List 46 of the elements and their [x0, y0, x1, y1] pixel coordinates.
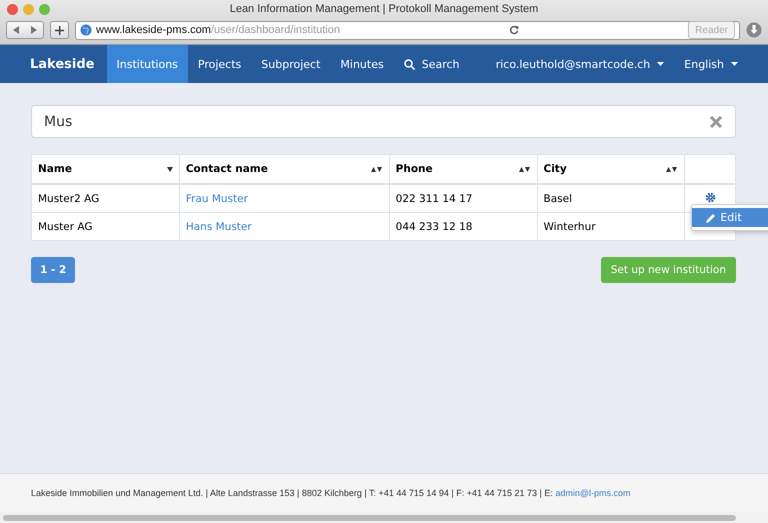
nav-item[interactable]: Minutes — [330, 45, 394, 83]
table-cell: 022 311 14 17 — [396, 192, 472, 204]
caret-icon — [731, 62, 738, 66]
sort-down-icon[interactable] — [166, 166, 173, 172]
table-cell: Muster AG — [38, 220, 93, 232]
column-header[interactable]: City — [544, 163, 567, 175]
caret-icon — [657, 62, 664, 66]
clear-icon[interactable] — [710, 116, 722, 128]
search-icon — [404, 58, 415, 70]
footer-text: Lakeside Immobilien und Management Ltd. | Alte Landstrasse 153 | 8802 Kilchberg | T: +41 44 715 14 94 | F: +41 44 715 21 73 | E: admin@l-pms.com — [31, 488, 631, 498]
gear-icon[interactable] — [704, 192, 716, 202]
download-icon[interactable] — [746, 22, 762, 38]
new-tab-button[interactable] — [50, 21, 69, 39]
table-cell: 044 233 12 18 — [396, 220, 472, 232]
reload-icon[interactable] — [509, 25, 520, 35]
back-forward-icon — [11, 26, 39, 34]
nav-item[interactable]: Subproject — [251, 45, 330, 83]
menu-item[interactable]: Edit — [692, 208, 768, 227]
contact-link[interactable]: Frau Muster — [186, 192, 248, 204]
column-header[interactable]: Phone — [396, 163, 433, 175]
nav-item[interactable]: Projects — [188, 45, 252, 83]
globe-icon — [80, 24, 92, 36]
scrollbar[interactable] — [3, 514, 736, 520]
sort-icon[interactable] — [666, 166, 678, 172]
email-link[interactable]: admin@l-pms.com — [555, 488, 631, 498]
table-cell: Winterhur — [544, 220, 596, 232]
brand-logo[interactable]: Lakeside — [18, 45, 106, 83]
nav-item[interactable]: Institutions — [106, 45, 188, 83]
search-field[interactable]: Mus — [31, 105, 736, 138]
table-cell: Basel — [544, 192, 572, 204]
sort-icon[interactable] — [370, 166, 383, 172]
plus-icon — [55, 26, 64, 34]
pencil-icon — [706, 212, 716, 222]
sort-icon[interactable] — [518, 166, 530, 172]
column-header[interactable]: Name — [38, 163, 72, 175]
dropdown-menu[interactable]: English — [674, 45, 748, 83]
nav-item[interactable]: Search — [394, 45, 470, 83]
column-header[interactable]: Contact name — [186, 163, 268, 175]
pagination-button[interactable]: 1 - 2 — [31, 257, 76, 283]
contact-link[interactable]: Hans Muster — [186, 220, 252, 232]
table-cell: Muster2 AG — [38, 192, 100, 204]
address-field[interactable]: www.lakeside-pms.com/user/dashboard/institution Reader — [75, 20, 740, 40]
back-forward-button[interactable] — [6, 21, 44, 39]
window-title: Lean Information Management | Protokoll Management System — [228, 3, 540, 15]
dropdown-menu[interactable]: rico.leuthold@smartcode.ch — [486, 45, 674, 83]
close-button[interactable] — [7, 4, 18, 14]
